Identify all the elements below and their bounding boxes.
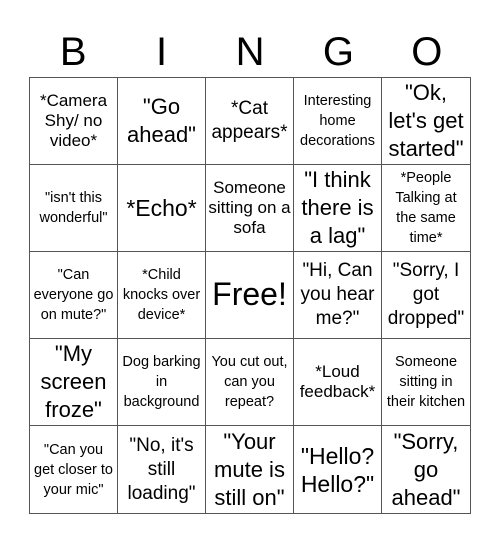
- bingo-cell[interactable]: "Can you get closer to your mic": [30, 426, 118, 513]
- bingo-cell[interactable]: *Child knocks over device*: [118, 252, 206, 339]
- bingo-cell[interactable]: "My screen froze": [30, 339, 118, 426]
- bingo-cell[interactable]: "Hello? Hello?": [294, 426, 382, 513]
- bingo-cell[interactable]: "I think there is a lag": [294, 165, 382, 252]
- bingo-cell[interactable]: "Can everyone go on mute?": [30, 252, 118, 339]
- header-letter-g: G: [322, 30, 354, 74]
- bingo-cell[interactable]: *Echo*: [118, 165, 206, 252]
- header-letter-o: O: [411, 30, 443, 74]
- bingo-cell[interactable]: "Go ahead": [118, 78, 206, 165]
- bingo-cell[interactable]: "Hi, Can you hear me?": [294, 252, 382, 339]
- bingo-cell[interactable]: "No, it's still loading": [118, 426, 206, 513]
- bingo-cell[interactable]: "Sorry, I got dropped": [382, 252, 470, 339]
- bingo-cell[interactable]: Someone sitting on a sofa: [206, 165, 294, 252]
- bingo-grid: *Camera Shy/ no video* "Go ahead" *Cat app…: [29, 77, 471, 514]
- bingo-header: B I N G O: [29, 28, 471, 76]
- header-letter-b: B: [59, 30, 87, 74]
- bingo-cell[interactable]: "Your mute is still on": [206, 426, 294, 513]
- bingo-cell[interactable]: *People Talking at the same time*: [382, 165, 470, 252]
- bingo-cell[interactable]: You cut out, can you repeat?: [206, 339, 294, 426]
- bingo-cell[interactable]: Interesting home decorations: [294, 78, 382, 165]
- header-letter-i: I: [156, 30, 168, 74]
- header-letter-n: N: [235, 30, 265, 74]
- bingo-cell-free[interactable]: Free!: [206, 252, 294, 339]
- bingo-cell[interactable]: *Cat appears*: [206, 78, 294, 165]
- bingo-cell[interactable]: Dog barking in background: [118, 339, 206, 426]
- bingo-cell[interactable]: *Camera Shy/ no video*: [30, 78, 118, 165]
- bingo-cell[interactable]: Someone sitting in their kitchen: [382, 339, 470, 426]
- bingo-cell[interactable]: "Sorry, go ahead": [382, 426, 470, 513]
- bingo-cell[interactable]: "isn't this wonderful": [30, 165, 118, 252]
- bingo-cell[interactable]: *Loud feedback*: [294, 339, 382, 426]
- bingo-cell[interactable]: "Ok, let's get started": [382, 78, 470, 165]
